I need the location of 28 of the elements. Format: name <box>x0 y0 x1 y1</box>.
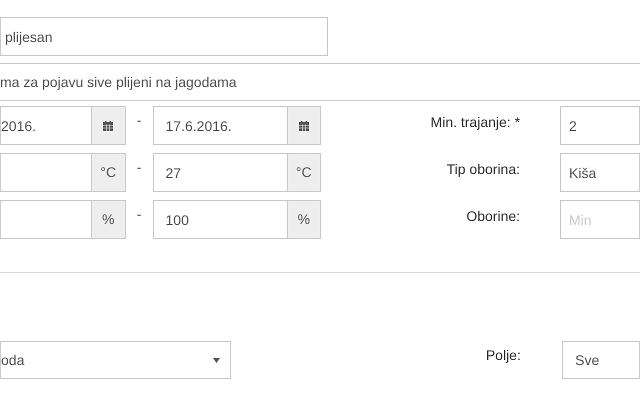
select-field[interactable]: Sve <box>562 341 640 379</box>
input-addon[interactable] <box>92 106 126 145</box>
input-field[interactable] <box>0 153 92 192</box>
input-field[interactable]: 2016. <box>0 106 92 145</box>
select-field[interactable]: oda <box>0 341 231 379</box>
input-addon: % <box>92 200 126 239</box>
input-addon[interactable] <box>288 106 322 145</box>
range-dash: - <box>136 158 142 177</box>
range-dash: - <box>136 205 142 224</box>
input-field[interactable]: Kiša <box>560 153 640 192</box>
field-label: Oborine: <box>465 207 520 226</box>
input-addon: °C <box>288 153 322 192</box>
input-field[interactable]: 17.6.2016. <box>152 106 288 145</box>
field-label: Tip oborina: <box>446 160 520 179</box>
calendar-icon <box>103 120 114 130</box>
input-addon: % <box>288 200 322 239</box>
input-field[interactable] <box>0 200 92 239</box>
input-field[interactable]: 100 <box>152 200 288 239</box>
caret-icon <box>212 358 220 362</box>
field-label: Min. trajanje: * <box>430 113 520 132</box>
range-dash: - <box>136 111 142 130</box>
description-field[interactable]: ma za pojavu sive plijeni na jagodama <box>0 63 640 101</box>
input-field[interactable]: 27 <box>152 153 288 192</box>
calendar-icon <box>298 120 309 130</box>
field-label: Polje: <box>484 346 521 365</box>
input-field[interactable]: 2 <box>560 106 640 145</box>
input-addon: °C <box>92 153 126 192</box>
name-field[interactable]: plijesan <box>0 17 328 56</box>
